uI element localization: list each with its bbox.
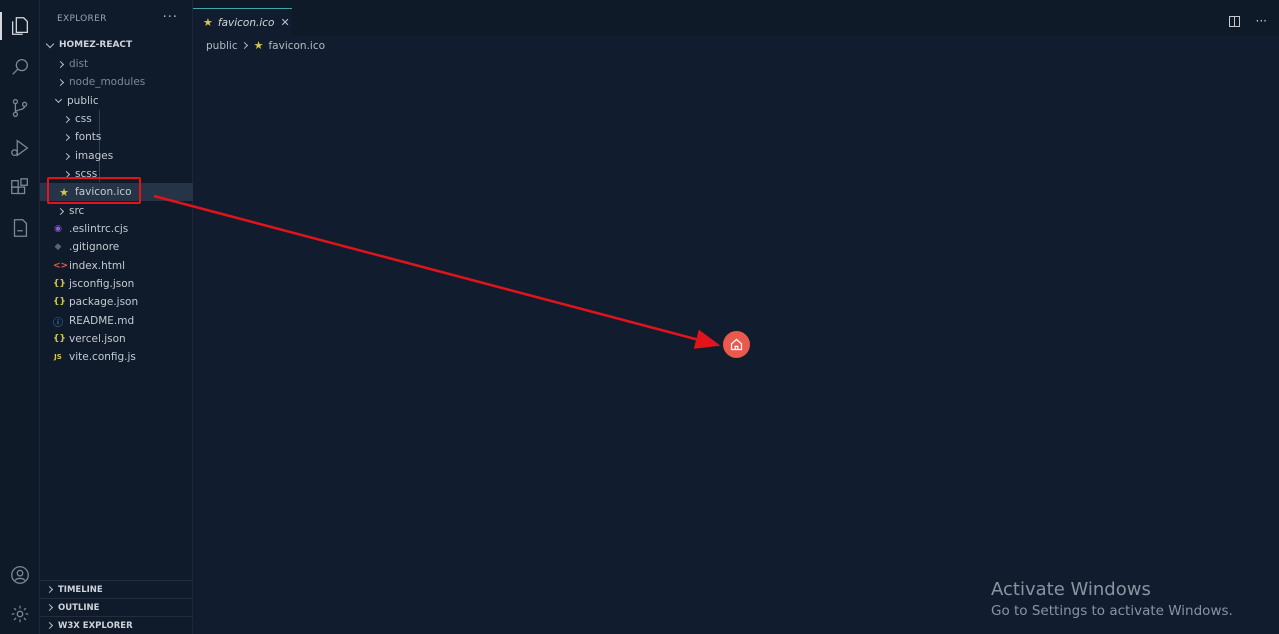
- watermark-subtitle: Go to Settings to activate Windows.: [991, 603, 1233, 619]
- git-icon: ◆: [54, 242, 62, 252]
- tree-item-images[interactable]: images: [40, 147, 193, 165]
- tree-item-css[interactable]: css: [40, 110, 193, 128]
- explorer-sidebar: EXPLORER ··· HOMEZ-REACT dist node_modul…: [40, 0, 193, 634]
- tree-item-jsconfig[interactable]: {} jsconfig.json: [40, 275, 193, 293]
- info-icon: ⓘ: [53, 317, 63, 329]
- split-editor-icon[interactable]: [1228, 16, 1240, 27]
- favicon-preview-image: [723, 331, 750, 358]
- settings-gear-icon[interactable]: [0, 594, 40, 634]
- chevron-right-icon: [62, 115, 71, 123]
- search-icon[interactable]: [0, 47, 40, 87]
- html-icon: <>: [53, 261, 69, 271]
- eslint-icon: ◉: [54, 224, 62, 234]
- vscode-window: EXPLORER ··· HOMEZ-REACT dist node_modul…: [0, 0, 1279, 634]
- tree-item-eslintrc[interactable]: ◉ .eslintrc.cjs: [40, 220, 193, 238]
- source-control-icon[interactable]: [0, 88, 40, 128]
- chevron-down-icon: [54, 95, 63, 104]
- more-actions-icon[interactable]: ···: [163, 10, 178, 25]
- editor-actions: ···: [1228, 14, 1267, 28]
- w3x-explorer-section[interactable]: W3X EXPLORER: [40, 616, 193, 634]
- json-icon: {}: [53, 297, 66, 307]
- account-icon[interactable]: [0, 555, 40, 595]
- tree-item-dist[interactable]: dist: [40, 55, 193, 73]
- json-icon: {}: [53, 279, 66, 289]
- extensions-icon[interactable]: [0, 168, 40, 208]
- tree-item-gitignore[interactable]: ◆ .gitignore: [40, 238, 193, 256]
- tree-item-node-modules[interactable]: node_modules: [40, 73, 193, 91]
- chevron-right-icon: [56, 60, 65, 68]
- tree-item-fonts[interactable]: fonts: [40, 128, 193, 146]
- tree-item-readme[interactable]: ⓘ README.md: [40, 312, 193, 330]
- chevron-right-icon: [45, 585, 54, 594]
- tree-item-index-html[interactable]: <> index.html: [40, 257, 193, 275]
- tree-item-vite-config[interactable]: JS vite.config.js: [40, 348, 193, 366]
- tab-favicon[interactable]: ★ favicon.ico ✕: [193, 8, 292, 36]
- explorer-icon[interactable]: [0, 6, 40, 46]
- breadcrumb-favicon[interactable]: favicon.ico: [268, 40, 325, 52]
- chevron-right-icon: [56, 78, 65, 86]
- chevron-right-icon: [45, 603, 54, 612]
- tree-item-vercel-json[interactable]: {} vercel.json: [40, 330, 193, 348]
- breadcrumb: public ★ favicon.ico: [206, 39, 325, 52]
- activate-windows-watermark: Activate Windows Go to Settings to activ…: [991, 579, 1233, 619]
- tree-item-package-json[interactable]: {} package.json: [40, 293, 193, 311]
- watermark-title: Activate Windows: [991, 579, 1151, 600]
- star-icon: ★: [203, 16, 213, 29]
- house-icon: [730, 338, 743, 351]
- chevron-right-icon: [240, 41, 248, 50]
- close-icon[interactable]: ✕: [280, 16, 289, 29]
- run-debug-icon[interactable]: [0, 128, 40, 168]
- tree-item-public[interactable]: public: [40, 92, 193, 110]
- js-icon: JS: [54, 353, 62, 361]
- tree-item-src[interactable]: src: [40, 202, 193, 220]
- json-icon: {}: [53, 334, 66, 344]
- star-icon: ★: [253, 39, 264, 52]
- chevron-down-icon: [45, 39, 55, 48]
- chevron-right-icon: [62, 133, 71, 141]
- timeline-section[interactable]: TIMELINE: [40, 580, 193, 598]
- chevron-right-icon: [56, 207, 65, 215]
- activity-bar: [0, 0, 40, 634]
- annotation-highlight-box: [47, 177, 141, 204]
- file-preview-icon[interactable]: [0, 208, 40, 248]
- more-actions-icon[interactable]: ···: [1256, 14, 1267, 28]
- outline-section[interactable]: OUTLINE: [40, 598, 193, 616]
- explorer-header: EXPLORER: [57, 14, 107, 24]
- chevron-right-icon: [45, 621, 54, 630]
- editor-tab-bar: ★ favicon.ico ✕ ···: [193, 0, 1279, 36]
- workspace-root[interactable]: HOMEZ-REACT: [45, 39, 132, 50]
- breadcrumb-public[interactable]: public: [206, 40, 238, 52]
- chevron-right-icon: [62, 152, 71, 160]
